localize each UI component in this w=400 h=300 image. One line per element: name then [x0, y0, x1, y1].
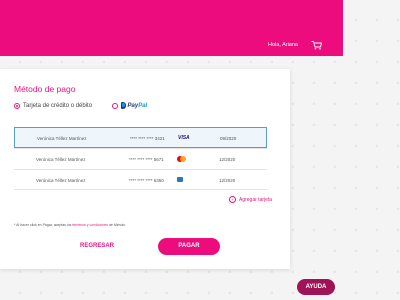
terms-notice: * Al hacer click en Pagar, aceptas los t… — [14, 223, 125, 227]
back-button[interactable]: REGRESAR — [80, 243, 114, 249]
visa-icon: VISA — [178, 135, 190, 141]
terms-link[interactable]: términos y condiciones — [72, 223, 108, 227]
saved-cards-table: Verónica Téllez Martínez **** **** **** … — [14, 127, 267, 190]
mastercard-icon — [177, 156, 186, 162]
card-holder-name: Verónica Téllez Martínez — [37, 136, 87, 141]
card-expiry: 09/2020 — [220, 136, 237, 141]
card-number: **** **** **** 5671 — [129, 157, 164, 162]
card-expiry: 12/2020 — [219, 178, 236, 183]
paypal-p-icon — [121, 102, 126, 109]
card-payment-label: Tarjeta de crédito o débito — [23, 102, 93, 109]
user-greeting[interactable]: Hola, Ariana — [268, 42, 298, 48]
card-row[interactable]: Verónica Téllez Martínez **** **** **** … — [14, 169, 267, 190]
card-holder-name: Verónica Téllez Martínez — [36, 157, 86, 162]
shopping-cart-icon[interactable] — [311, 41, 322, 50]
add-card-label: Agregar tarjeta — [239, 196, 273, 203]
help-button[interactable]: AYUDA — [297, 279, 335, 295]
radio-unselected-icon[interactable] — [112, 102, 118, 109]
card-row[interactable]: Verónica Téllez Martínez **** **** **** … — [14, 127, 267, 148]
terms-suffix: de Mimoto — [108, 223, 126, 227]
page-title: Método de pago — [14, 84, 76, 94]
paypal-logo-pal: Pal — [138, 102, 148, 109]
card-number: **** **** **** 6350 — [129, 178, 164, 183]
card-expiry: 12/2020 — [219, 157, 236, 162]
terms-prefix: * Al hacer click en Pagar, aceptas los — [14, 223, 72, 227]
add-card-link[interactable]: + Agregar tarjeta — [229, 196, 272, 203]
paypal-logo-pay: Pay — [127, 102, 139, 109]
amex-icon — [177, 177, 183, 182]
paypal-logo: Pay Pal — [121, 102, 147, 109]
paypal-payment-option[interactable]: Pay Pal — [112, 101, 147, 110]
radio-selected-icon[interactable] — [14, 102, 20, 109]
payment-method-card: Método de pago Tarjeta de crédito o débi… — [0, 69, 290, 269]
card-row[interactable]: Verónica Téllez Martínez **** **** **** … — [14, 148, 267, 169]
card-holder-name: Verónica Téllez Martínez — [36, 178, 86, 183]
top-header: Hola, Ariana — [0, 0, 343, 56]
card-payment-option[interactable]: Tarjeta de crédito o débito — [14, 101, 92, 110]
card-number: **** **** **** 3421 — [130, 136, 165, 141]
plus-circle-icon: + — [229, 196, 236, 203]
pay-button[interactable]: PAGAR — [158, 238, 220, 255]
